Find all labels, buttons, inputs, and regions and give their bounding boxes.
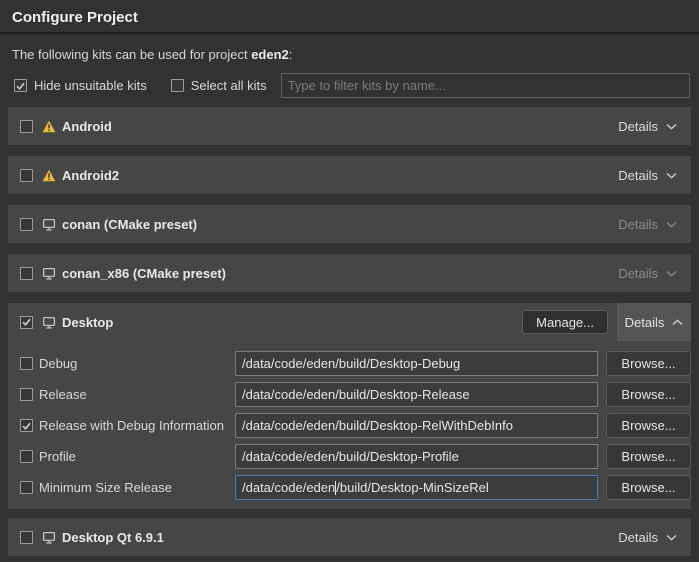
details-toggle[interactable]: Details [618, 168, 677, 183]
desktop-build-configs: Debug /data/code/eden/build/Desktop-Debu… [8, 341, 691, 509]
details-toggle-expanded[interactable]: Details [617, 303, 691, 341]
checkbox-unchecked-icon[interactable] [171, 79, 184, 92]
build-config-label: Debug [39, 356, 235, 371]
select-all-kits-label: Select all kits [191, 78, 267, 93]
desktop-icon [42, 218, 56, 231]
build-config-checkbox[interactable] [20, 419, 33, 432]
kit-row-android2[interactable]: Android2 Details [8, 156, 691, 194]
intro-suffix: : [289, 47, 293, 62]
build-dir-input[interactable]: /data/code/eden/build/Desktop-Release [235, 382, 598, 407]
details-toggle[interactable]: Details [618, 119, 677, 134]
build-config-checkbox[interactable] [20, 450, 33, 463]
desktop-icon [42, 531, 56, 544]
chevron-down-icon [666, 534, 677, 541]
browse-button[interactable]: Browse... [606, 351, 691, 376]
build-config-row-profile: Profile /data/code/eden/build/Desktop-Pr… [20, 441, 691, 472]
kit-filter-toolbar: Hide unsuitable kits Select all kits [14, 73, 690, 98]
hide-unsuitable-kits-checkbox[interactable]: Hide unsuitable kits [14, 78, 147, 93]
browse-button[interactable]: Browse... [606, 413, 691, 438]
kit-label: Android [62, 119, 112, 134]
build-config-label: Release with Debug Information [39, 418, 235, 433]
build-dir-value: /build/Desktop-MinSizeRel [336, 480, 488, 495]
build-dir-input[interactable]: /data/code/eden/build/Desktop-RelWithDeb… [235, 413, 598, 438]
kit-checkbox[interactable] [20, 267, 33, 280]
chevron-down-icon [666, 270, 677, 277]
kit-row-desktop-qt[interactable]: Desktop Qt 6.9.1 Details [8, 518, 691, 556]
details-toggle: Details [618, 266, 677, 281]
details-label: Details [618, 168, 658, 183]
build-dir-input-focused[interactable]: /data/code/eden/build/Desktop-MinSizeRel [235, 475, 598, 500]
chevron-up-icon [672, 319, 683, 326]
chevron-down-icon [666, 221, 677, 228]
details-label: Details [618, 119, 658, 134]
warning-icon [42, 169, 56, 182]
kit-row-android[interactable]: Android Details [8, 107, 691, 145]
desktop-icon [42, 316, 56, 329]
warning-icon [42, 120, 56, 133]
details-label: Details [618, 266, 658, 281]
intro-prefix: The following kits can be used for proje… [12, 47, 251, 62]
select-all-kits-checkbox[interactable]: Select all kits [171, 78, 267, 93]
intro-text: The following kits can be used for proje… [12, 47, 687, 62]
build-dir-value: /data/code/eden/build/Desktop-RelWithDeb… [242, 418, 513, 433]
project-name: eden2 [251, 47, 289, 62]
build-config-checkbox[interactable] [20, 388, 33, 401]
kit-label: Android2 [62, 168, 119, 183]
build-config-label: Release [39, 387, 235, 402]
chevron-down-icon [666, 172, 677, 179]
build-config-label: Profile [39, 449, 235, 464]
desktop-icon [42, 267, 56, 280]
kit-checkbox[interactable] [20, 218, 33, 231]
kit-checkbox[interactable] [20, 531, 33, 544]
build-config-row-relwithdebinfo: Release with Debug Information /data/cod… [20, 410, 691, 441]
details-label: Details [625, 315, 665, 330]
kit-block-desktop: Desktop Manage... Details Debug /data/co… [8, 303, 691, 509]
kit-checkbox[interactable] [20, 120, 33, 133]
build-config-row-debug: Debug /data/code/eden/build/Desktop-Debu… [20, 348, 691, 379]
build-config-row-minsizerel: Minimum Size Release /data/code/eden/bui… [20, 472, 691, 503]
kit-row-desktop[interactable]: Desktop Manage... Details [8, 303, 691, 341]
kit-checkbox[interactable] [20, 316, 33, 329]
build-dir-value: /data/code/eden/build/Desktop-Debug [242, 356, 460, 371]
browse-button[interactable]: Browse... [606, 444, 691, 469]
dialog-header: Configure Project [0, 0, 699, 34]
build-dir-value: /data/code/eden/build/Desktop-Release [242, 387, 470, 402]
details-toggle: Details [618, 217, 677, 232]
kit-label: Desktop [62, 315, 113, 330]
browse-button[interactable]: Browse... [606, 475, 691, 500]
build-dir-value: /data/code/eden [242, 480, 335, 495]
chevron-down-icon [666, 123, 677, 130]
manage-button[interactable]: Manage... [522, 310, 608, 334]
build-config-row-release: Release /data/code/eden/build/Desktop-Re… [20, 379, 691, 410]
build-config-checkbox[interactable] [20, 357, 33, 370]
browse-button[interactable]: Browse... [606, 382, 691, 407]
kit-filter-input[interactable] [281, 73, 690, 98]
build-config-label: Minimum Size Release [39, 480, 235, 495]
build-dir-input[interactable]: /data/code/eden/build/Desktop-Debug [235, 351, 598, 376]
build-config-checkbox[interactable] [20, 481, 33, 494]
hide-unsuitable-kits-label: Hide unsuitable kits [34, 78, 147, 93]
kit-row-conan[interactable]: conan (CMake preset) Details [8, 205, 691, 243]
details-toggle[interactable]: Details [618, 530, 677, 545]
kit-label: conan (CMake preset) [62, 217, 197, 232]
kit-label: Desktop Qt 6.9.1 [62, 530, 164, 545]
kit-list: Android Details Android2 Details conan (… [8, 107, 691, 556]
page-title: Configure Project [12, 9, 687, 26]
kit-row-conan-x86[interactable]: conan_x86 (CMake preset) Details [8, 254, 691, 292]
details-label: Details [618, 530, 658, 545]
kit-checkbox[interactable] [20, 169, 33, 182]
build-dir-value: /data/code/eden/build/Desktop-Profile [242, 449, 459, 464]
kit-label: conan_x86 (CMake preset) [62, 266, 226, 281]
details-label: Details [618, 217, 658, 232]
checkbox-checked-icon[interactable] [14, 79, 27, 92]
build-dir-input[interactable]: /data/code/eden/build/Desktop-Profile [235, 444, 598, 469]
